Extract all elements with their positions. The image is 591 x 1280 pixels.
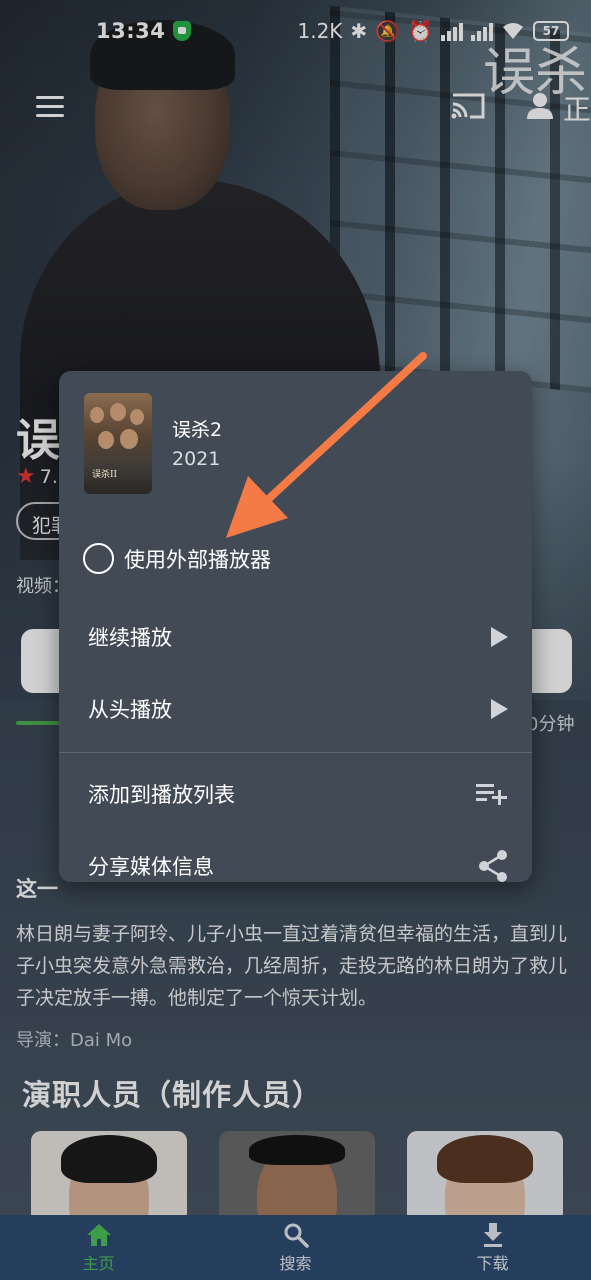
menu-item-label: 继续播放 bbox=[88, 626, 172, 650]
play-icon bbox=[491, 627, 508, 647]
popup-media-year: 2021 bbox=[172, 448, 221, 470]
poster-title-art: 误杀II bbox=[92, 470, 118, 480]
play-icon bbox=[491, 699, 508, 719]
popup-media-title: 误杀2 bbox=[172, 419, 223, 441]
menu-item-label: 分享媒体信息 bbox=[88, 855, 214, 879]
menu-item-label: 从头播放 bbox=[88, 698, 172, 722]
radio-unchecked-icon[interactable] bbox=[83, 543, 114, 574]
external-player-option[interactable]: 使用外部播放器 bbox=[83, 543, 271, 574]
menu-item-share-info[interactable]: 分享媒体信息 bbox=[88, 850, 508, 882]
menu-item-add-to-playlist[interactable]: 添加到播放列表 bbox=[88, 779, 508, 809]
menu-divider bbox=[59, 752, 532, 753]
external-player-label: 使用外部播放器 bbox=[124, 547, 271, 572]
playlist-add-icon bbox=[476, 784, 507, 805]
menu-item-play-from-start[interactable]: 从头播放 bbox=[88, 694, 508, 724]
poster-thumbnail: 误杀II bbox=[84, 393, 152, 494]
share-icon bbox=[479, 850, 507, 882]
menu-item-label: 添加到播放列表 bbox=[88, 783, 235, 807]
menu-item-continue-playback[interactable]: 继续播放 bbox=[88, 622, 508, 652]
media-action-menu: 误杀II 误杀2 2021 使用外部播放器 继续播放 从头播放 添加到播放列表 … bbox=[59, 371, 532, 882]
